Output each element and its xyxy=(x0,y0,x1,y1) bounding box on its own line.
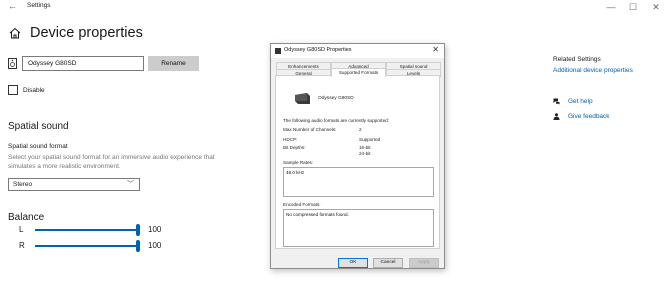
get-help-row[interactable]: Get help xyxy=(553,98,593,105)
left-slider-thumb[interactable] xyxy=(136,224,140,236)
feedback-person-icon xyxy=(553,113,560,120)
page-header: Device properties xyxy=(8,23,143,43)
page-title: Device properties xyxy=(30,25,143,41)
dialog-title-bar: Odyssey G80SD Properties ✕ xyxy=(271,44,444,58)
help-chat-icon xyxy=(553,98,560,105)
disable-label: Disable xyxy=(23,86,45,94)
bit-depths-label: Bit Depths: xyxy=(283,145,306,150)
spatial-format-dropdown[interactable]: Stereo ﹀ xyxy=(8,178,140,191)
right-slider-thumb[interactable] xyxy=(136,240,140,252)
give-feedback-row[interactable]: Give feedback xyxy=(553,113,610,120)
list-item: 48.0 kHz xyxy=(286,170,305,175)
title-bar: ← Settings — ☐ ✕ xyxy=(0,0,672,14)
give-feedback-link[interactable]: Give feedback xyxy=(568,113,610,120)
hdcp-value: Supported xyxy=(359,137,381,142)
get-help-link[interactable]: Get help xyxy=(568,98,593,105)
hdcp-label: HDCP: xyxy=(283,137,298,142)
balance-heading: Balance xyxy=(8,212,45,223)
chevron-down-icon: ﹀ xyxy=(127,181,134,188)
monitor-speaker-icon xyxy=(295,93,310,104)
max-channels-label: Max Number of Channels: xyxy=(283,127,337,132)
right-slider-track[interactable] xyxy=(35,245,138,247)
encoded-formats-list[interactable]: No compressed formats found. xyxy=(283,209,434,247)
left-channel-label: L xyxy=(19,225,24,234)
bit-depth-item: 24-bit xyxy=(359,151,371,156)
tab-supported-formats[interactable]: Supported Formats xyxy=(331,68,386,77)
balance-left-row: L 100 xyxy=(0,224,200,236)
balance-right-row: R 100 xyxy=(0,240,200,252)
supported-formats-panel: Odyssey G80SD The following audio format… xyxy=(275,75,440,249)
bit-depth-item: 16-bit xyxy=(359,145,371,150)
minimize-button[interactable]: — xyxy=(600,0,622,14)
spatial-sound-heading: Spatial sound xyxy=(8,121,69,132)
related-settings-heading: Related Settings xyxy=(553,56,601,63)
maximize-button[interactable]: ☐ xyxy=(622,0,644,14)
back-arrow-icon[interactable]: ← xyxy=(8,1,17,11)
home-icon xyxy=(9,27,21,39)
right-channel-label: R xyxy=(19,241,25,250)
apply-button[interactable]: Apply xyxy=(409,258,439,268)
speaker-small-icon xyxy=(275,48,281,54)
max-channels-value: 2 xyxy=(359,127,362,132)
dialog-device-name: Odyssey G80SD xyxy=(318,96,354,101)
sample-rates-list[interactable]: 48.0 kHz xyxy=(283,167,434,197)
left-channel-value: 100 xyxy=(148,225,162,234)
spatial-format-label: Spatial sound format xyxy=(8,143,68,150)
formats-intro: The following audio formats are currentl… xyxy=(283,118,389,123)
sample-rates-label: Sample Rates: xyxy=(283,160,314,165)
list-item: No compressed formats found. xyxy=(286,212,349,217)
disable-checkbox-row[interactable]: Disable xyxy=(8,85,45,95)
left-slider-track[interactable] xyxy=(35,229,138,231)
dialog-title: Odyssey G80SD Properties xyxy=(284,47,352,53)
encoded-formats-label: Encoded Formats: xyxy=(283,202,321,207)
rename-button[interactable]: Rename xyxy=(148,56,199,71)
ok-button[interactable]: OK xyxy=(338,258,368,268)
close-button[interactable]: ✕ xyxy=(645,0,667,14)
device-name-input[interactable] xyxy=(22,56,144,71)
cancel-button[interactable]: Cancel xyxy=(373,258,403,268)
properties-dialog: Odyssey G80SD Properties ✕ Enhancements … xyxy=(270,43,445,269)
dialog-close-icon[interactable]: ✕ xyxy=(432,45,439,54)
right-channel-value: 100 xyxy=(148,241,162,250)
app-title: Settings xyxy=(27,2,51,9)
disable-checkbox[interactable] xyxy=(8,85,18,95)
additional-device-properties-link[interactable]: Additional device properties xyxy=(553,67,633,74)
spatial-description: Select your spatial sound format for an … xyxy=(8,154,215,170)
spatial-format-value: Stereo xyxy=(13,181,33,188)
speaker-icon xyxy=(8,58,17,69)
